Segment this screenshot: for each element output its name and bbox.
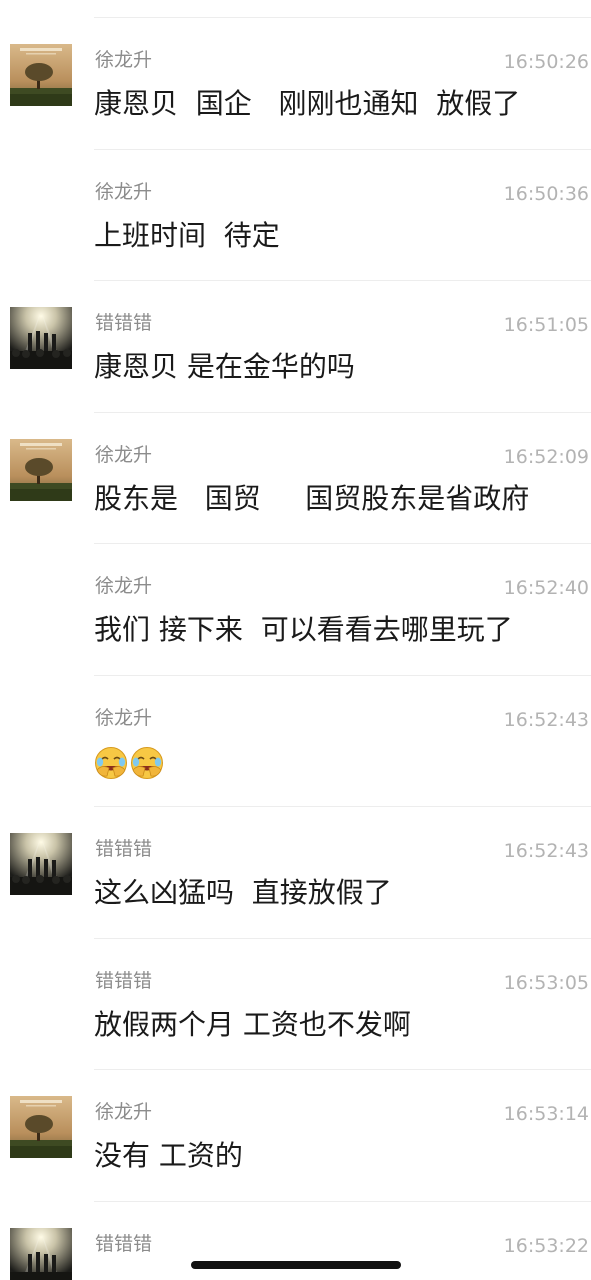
- sender-name: 徐龙升: [95, 1101, 153, 1123]
- message-item[interactable]: 错错错 16:53:05 放假两个月 工资也不发啊: [0, 939, 591, 1070]
- concert-crowd-avatar[interactable]: [10, 1227, 72, 1280]
- message-time: 16:53:14: [503, 1103, 589, 1125]
- message-time: 16:50:36: [503, 182, 589, 205]
- message-text: 这么凶猛吗 直接放假了: [94, 876, 392, 909]
- message-time: 16:51:05: [503, 314, 589, 336]
- message-time: 16:50:26: [503, 51, 589, 73]
- message-time: 16:53:05: [503, 971, 589, 994]
- message-item[interactable]: 徐龙升 16:52:09 股东是 国贸 国贸股东是省政府: [0, 413, 591, 544]
- sender-name: 错错错: [95, 838, 153, 860]
- home-indicator[interactable]: [191, 1261, 401, 1269]
- message-item[interactable]: 徐龙升 16:50:26 康恩贝 国企 刚刚也通知 放假了: [0, 18, 591, 150]
- sender-name: 错错错: [95, 1232, 153, 1255]
- message-text: 股东是 国贸 国贸股东是省政府: [94, 481, 530, 515]
- message-text: 康恩贝 是在金华的吗: [94, 350, 355, 383]
- message-time: 16:52:43: [503, 708, 589, 731]
- sender-name: 徐龙升: [95, 49, 153, 71]
- chat-screen: 徐龙升 16:50:26 康恩贝 国企 刚刚也通知 放假了 徐龙升 16:50:…: [0, 0, 591, 1280]
- sunset-tree-avatar[interactable]: [10, 438, 72, 501]
- sender-name: 徐龙升: [95, 575, 153, 597]
- message-item[interactable]: 徐龙升 16:52:43: [0, 676, 591, 807]
- sender-name: 错错错: [95, 969, 153, 992]
- message-item[interactable]: 错错错 16:51:05 康恩贝 是在金华的吗: [0, 281, 591, 413]
- message-time: 16:52:43: [503, 840, 589, 862]
- facepalm-laugh-emoji: [95, 746, 127, 779]
- message-text: 我们 接下来 可以看看去哪里玩了: [94, 613, 513, 646]
- message-text: 康恩贝 国企 刚刚也通知 放假了: [94, 87, 521, 120]
- message-time: 16:52:09: [503, 445, 589, 468]
- sender-name: 徐龙升: [95, 443, 153, 466]
- message-item[interactable]: 徐龙升 16:52:40 我们 接下来 可以看看去哪里玩了: [0, 544, 591, 676]
- sender-name: 徐龙升: [95, 180, 153, 203]
- message-text: 放假两个月 工资也不发啊: [94, 1007, 411, 1041]
- facepalm-laugh-emoji: [131, 746, 163, 779]
- sunset-tree-avatar[interactable]: [10, 44, 72, 106]
- message-item[interactable]: 徐龙升 16:50:36 上班时间 待定: [0, 150, 591, 281]
- sender-name: 错错错: [95, 312, 153, 334]
- message-time: 16:52:40: [503, 577, 589, 599]
- message-list[interactable]: 徐龙升 16:50:26 康恩贝 国企 刚刚也通知 放假了 徐龙升 16:50:…: [0, 18, 591, 1280]
- emoji-row: [94, 746, 164, 780]
- message-text: 上班时间 待定: [94, 218, 280, 252]
- concert-crowd-avatar[interactable]: [10, 307, 72, 369]
- sunset-tree-avatar[interactable]: [10, 1096, 72, 1158]
- message-time: 16:53:22: [503, 1234, 589, 1257]
- message-item[interactable]: 徐龙升 16:53:14 没有 工资的: [0, 1070, 591, 1202]
- concert-crowd-avatar[interactable]: [10, 833, 72, 895]
- message-item[interactable]: 错错错 16:52:43 这么凶猛吗 直接放假了: [0, 807, 591, 939]
- message-text: 没有 工资的: [94, 1139, 243, 1172]
- sender-name: 徐龙升: [95, 706, 153, 729]
